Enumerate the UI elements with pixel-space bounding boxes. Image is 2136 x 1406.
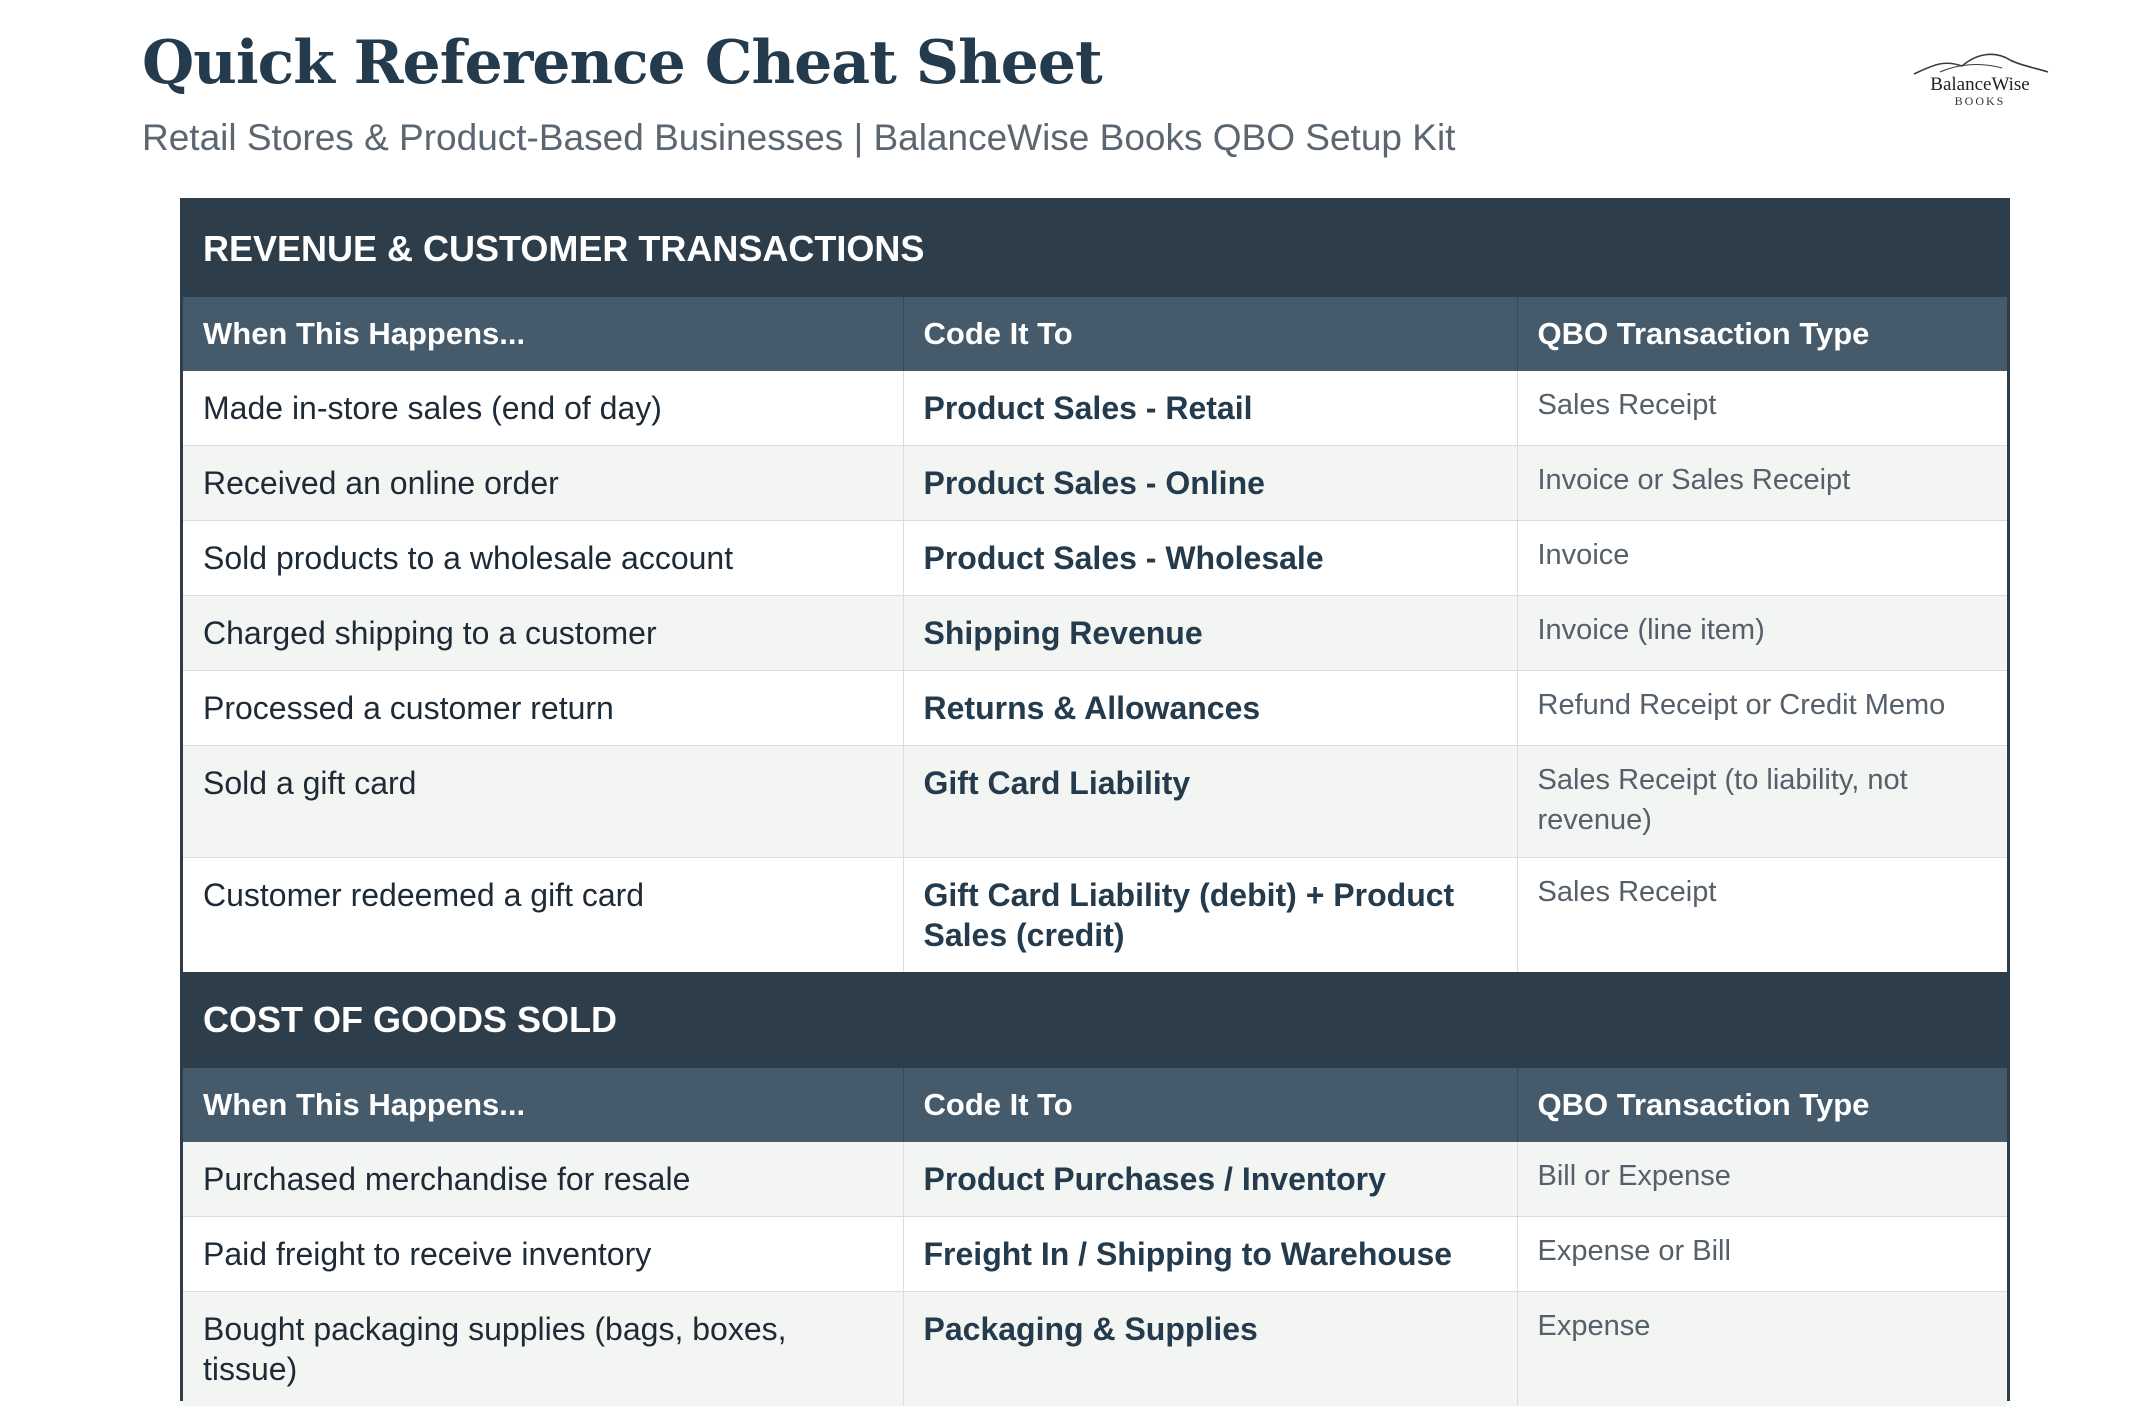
account-cell: Gift Card Liability (903, 746, 1517, 858)
table-row: Customer redeemed a gift card Gift Card … (183, 858, 2007, 973)
account-cell: Product Sales - Online (903, 446, 1517, 521)
section-header-revenue: REVENUE & CUSTOMER TRANSACTIONS (183, 201, 2007, 297)
logo-name: BalanceWise (1910, 74, 2050, 96)
page-subtitle: Retail Stores & Product-Based Businesses… (142, 117, 1455, 159)
account-cell: Shipping Revenue (903, 596, 1517, 671)
cheat-sheet-table: REVENUE & CUSTOMER TRANSACTIONS When Thi… (180, 198, 2010, 1401)
account-cell: Gift Card Liability (debit) + Product Sa… (903, 858, 1517, 973)
section-title: COST OF GOODS SOLD (183, 972, 2007, 1068)
table-row: Paid freight to receive inventory Freigh… (183, 1217, 2007, 1292)
table-row: Charged shipping to a customer Shipping … (183, 596, 2007, 671)
event-cell: Processed a customer return (183, 671, 903, 746)
col-header-type: QBO Transaction Type (1517, 297, 2007, 371)
event-cell: Sold products to a wholesale account (183, 521, 903, 596)
event-cell: Sold a gift card (183, 746, 903, 858)
type-cell: Sales Receipt (1517, 371, 2007, 446)
type-cell: Sales Receipt (1517, 858, 2007, 973)
table-row: Sold a gift card Gift Card Liability Sal… (183, 746, 2007, 858)
type-cell: Bill or Expense (1517, 1142, 2007, 1217)
type-cell: Refund Receipt or Credit Memo (1517, 671, 2007, 746)
page-title: Quick Reference Cheat Sheet (142, 28, 1102, 98)
account-cell: Product Purchases / Inventory (903, 1142, 1517, 1217)
event-cell: Customer redeemed a gift card (183, 858, 903, 973)
col-header-account: Code It To (903, 297, 1517, 371)
type-cell: Invoice or Sales Receipt (1517, 446, 2007, 521)
table-row: Processed a customer return Returns & Al… (183, 671, 2007, 746)
event-cell: Charged shipping to a customer (183, 596, 903, 671)
account-cell: Freight In / Shipping to Warehouse (903, 1217, 1517, 1292)
event-cell: Received an online order (183, 446, 903, 521)
type-cell: Expense (1517, 1292, 2007, 1406)
logo-sub: BOOKS (1910, 94, 2050, 109)
col-header-account: Code It To (903, 1068, 1517, 1142)
table-row: Bought packaging supplies (bags, boxes, … (183, 1292, 2007, 1406)
section-header-cogs: COST OF GOODS SOLD (183, 972, 2007, 1068)
type-cell: Invoice (1517, 521, 2007, 596)
col-header-event: When This Happens... (183, 1068, 903, 1142)
col-header-event: When This Happens... (183, 297, 903, 371)
table-row: Purchased merchandise for resale Product… (183, 1142, 2007, 1217)
table-row: Sold products to a wholesale account Pro… (183, 521, 2007, 596)
event-cell: Purchased merchandise for resale (183, 1142, 903, 1217)
table-row: Received an online order Product Sales -… (183, 446, 2007, 521)
type-cell: Invoice (line item) (1517, 596, 2007, 671)
type-cell: Expense or Bill (1517, 1217, 2007, 1292)
section-title: REVENUE & CUSTOMER TRANSACTIONS (183, 201, 2007, 297)
event-cell: Bought packaging supplies (bags, boxes, … (183, 1292, 903, 1406)
type-cell: Sales Receipt (to liability, not revenue… (1517, 746, 2007, 858)
balancewise-logo: BalanceWise BOOKS (1910, 50, 2050, 112)
event-cell: Made in-store sales (end of day) (183, 371, 903, 446)
account-cell: Returns & Allowances (903, 671, 1517, 746)
account-cell: Product Sales - Wholesale (903, 521, 1517, 596)
column-header-row: When This Happens... Code It To QBO Tran… (183, 297, 2007, 371)
account-cell: Product Sales - Retail (903, 371, 1517, 446)
col-header-type: QBO Transaction Type (1517, 1068, 2007, 1142)
column-header-row: When This Happens... Code It To QBO Tran… (183, 1068, 2007, 1142)
table-row: Made in-store sales (end of day) Product… (183, 371, 2007, 446)
event-cell: Paid freight to receive inventory (183, 1217, 903, 1292)
account-cell: Packaging & Supplies (903, 1292, 1517, 1406)
